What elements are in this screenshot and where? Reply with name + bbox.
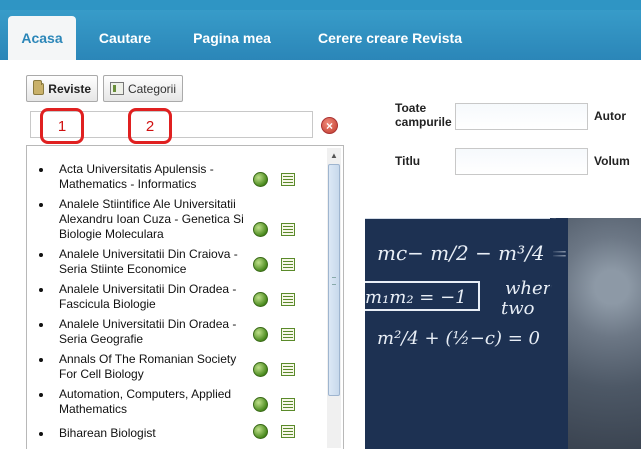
bullet — [39, 323, 43, 327]
callout-1: 1 — [40, 108, 84, 144]
math-line-2: m₁m₂ = −1 — [365, 287, 467, 308]
globe-icon[interactable] — [253, 222, 268, 237]
journal-title[interactable]: Analele Stiintifice Ale Universitatii Al… — [59, 197, 249, 242]
callout-2: 2 — [128, 108, 172, 144]
globe-icon[interactable] — [253, 292, 268, 307]
globe-icon[interactable] — [253, 172, 268, 187]
toate-campurile-label: Toate campurile — [395, 101, 452, 129]
math-line-1: mc− m/2 − m³/4 = — [377, 241, 568, 265]
globe-icon[interactable] — [253, 424, 268, 439]
journal-title[interactable]: Analele Universitatii Din Oradea - Seria… — [59, 317, 249, 347]
scrollbar-thumb[interactable] — [328, 164, 340, 396]
globe-icon[interactable] — [253, 397, 268, 412]
document-icon[interactable] — [281, 173, 295, 186]
tab-pagina-mea[interactable]: Pagina mea — [180, 16, 284, 60]
volum-label: Volum — [594, 154, 630, 168]
journal-title[interactable]: Biharean Biologist — [59, 426, 249, 441]
journal-title[interactable]: Analele Universitatii Din Oradea - Fasci… — [59, 282, 249, 312]
bullet — [39, 253, 43, 257]
journal-title[interactable]: Automation, Computers, Applied Mathemati… — [59, 387, 249, 417]
bullet — [39, 288, 43, 292]
globe-icon[interactable] — [253, 327, 268, 342]
globe-icon[interactable] — [253, 257, 268, 272]
document-icon[interactable] — [281, 398, 295, 411]
clear-icon[interactable]: × — [321, 117, 338, 134]
document-icon[interactable] — [281, 328, 295, 341]
math-line-3: m²/4 + (½−c) = 0 — [377, 328, 540, 349]
categories-icon — [110, 82, 124, 95]
titlu-label: Titlu — [395, 154, 421, 168]
math-banner-image: mc− m/2 − m³/4 = m₁m₂ = −1 wher two m²/4… — [365, 218, 641, 449]
titlu-input[interactable] — [455, 148, 588, 175]
reviste-button[interactable]: Reviste — [26, 75, 98, 102]
tab-acasa[interactable]: Acasa — [8, 16, 76, 60]
bullet — [39, 168, 43, 172]
scrollbar[interactable]: ▲ — [327, 148, 341, 448]
toate-label-line-2: campurile — [395, 115, 452, 129]
document-icon[interactable] — [281, 363, 295, 376]
autor-label: Autor — [594, 109, 626, 123]
document-icon[interactable] — [281, 293, 295, 306]
bullet — [39, 393, 43, 397]
journal-title[interactable]: Analele Universitatii Din Craiova - Seri… — [59, 247, 249, 277]
reviste-label: Reviste — [48, 81, 91, 96]
toate-label-line-1: Toate — [395, 101, 427, 115]
bullet — [39, 432, 43, 436]
document-icon[interactable] — [281, 258, 295, 271]
toate-campurile-input[interactable] — [455, 103, 588, 130]
moon-surface-image — [568, 218, 641, 449]
scroll-grip — [332, 277, 336, 285]
folder-icon — [33, 79, 45, 95]
nav-stripe — [0, 0, 641, 10]
document-icon[interactable] — [281, 223, 295, 236]
categorii-button[interactable]: Categorii — [103, 75, 183, 102]
bullet — [39, 203, 43, 207]
scroll-up-arrow-icon[interactable]: ▲ — [327, 148, 341, 162]
journal-title[interactable]: Annals Of The Romanian Society For Cell … — [59, 352, 249, 382]
tab-cerere-creare-revista[interactable]: Cerere creare Revista — [300, 16, 480, 60]
journal-list[interactable]: Acta Universitatis Apulensis - Mathemati… — [26, 145, 344, 449]
math-word-1: wher — [505, 278, 553, 299]
document-icon[interactable] — [281, 425, 295, 438]
globe-icon[interactable] — [253, 362, 268, 377]
bullet — [39, 358, 43, 362]
tab-cautare[interactable]: Cautare — [86, 16, 164, 60]
journal-title[interactable]: Acta Universitatis Apulensis - Mathemati… — [59, 162, 249, 192]
top-navigation: Acasa Cautare Pagina mea Cerere creare R… — [0, 0, 641, 60]
categorii-label: Categorii — [127, 81, 176, 96]
math-word-2: two — [501, 298, 535, 319]
